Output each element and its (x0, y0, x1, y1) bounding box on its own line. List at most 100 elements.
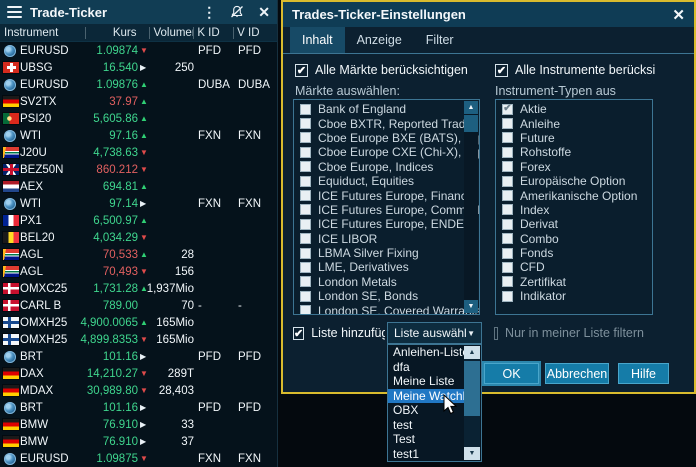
checkbox-unchecked[interactable] (300, 161, 311, 172)
market-item[interactable]: ICE LIBOR (294, 232, 479, 246)
all-instruments-checkbox[interactable]: ✔ Alle Instrumente berücksi (495, 63, 655, 77)
checkbox-unchecked[interactable] (502, 291, 513, 302)
checkbox-unchecked[interactable] (300, 176, 311, 187)
ticker-row[interactable]: SV2TX37.97▲ (0, 93, 277, 110)
instrument-type-item[interactable]: CFD (496, 260, 652, 274)
hamburger-menu-icon[interactable] (7, 6, 22, 18)
checkbox-unchecked[interactable] (502, 248, 513, 259)
market-item[interactable]: Cboe BXTR, Reported Trades (294, 116, 479, 130)
checkbox-unchecked[interactable] (300, 190, 311, 201)
checkbox-unchecked[interactable] (300, 233, 311, 244)
market-item[interactable]: LBMA Silver Fixing (294, 246, 479, 260)
market-item[interactable]: Equiduct, Equities (294, 174, 479, 188)
dropdown-item[interactable]: Anleihen-Liste (388, 345, 465, 360)
checkbox-unchecked[interactable] (502, 219, 513, 230)
column-instrument[interactable]: Instrument (0, 27, 85, 39)
kebab-menu-icon[interactable]: ⋮ (202, 4, 216, 21)
market-item[interactable]: ICE Futures Europe, Commoditie (294, 203, 479, 217)
scroll-down-icon[interactable]: ▼ (464, 300, 478, 313)
ticker-row[interactable]: AGL70,533▲28 (0, 246, 277, 263)
instrument-type-item[interactable]: Fonds (496, 246, 652, 260)
ticker-row[interactable]: WTI97.14▶FXNFXN (0, 195, 277, 212)
checkbox-unchecked[interactable] (300, 104, 311, 115)
ticker-row[interactable]: EURUSD1.09874▼PFDPFD (0, 42, 277, 59)
ticker-row[interactable]: BRT101.16▶PFDPFD (0, 399, 277, 416)
tab-anzeige[interactable]: Anzeige (345, 27, 414, 53)
market-item[interactable]: Bank of England (294, 102, 479, 116)
instrument-type-item[interactable]: Rohstoffe (496, 145, 652, 159)
ticker-row[interactable]: UBSG16.540▶250 (0, 59, 277, 76)
dialog-close-icon[interactable]: ✕ (672, 6, 685, 24)
market-item[interactable]: London SE, Bonds (294, 289, 479, 303)
tab-filter[interactable]: Filter (414, 27, 466, 53)
checkbox-unchecked[interactable] (300, 147, 311, 158)
checkbox-unchecked[interactable] (502, 233, 513, 244)
checkbox-unchecked[interactable] (502, 176, 513, 187)
market-item[interactable]: ICE Futures Europe, Financials (294, 188, 479, 202)
ticker-row[interactable]: BMW76.910▶37 (0, 433, 277, 450)
checkbox-unchecked[interactable] (502, 132, 513, 143)
market-item[interactable]: Cboe Europe CXE (Chi-X), Equi (294, 145, 479, 159)
checkbox-unchecked[interactable] (502, 262, 513, 273)
checkbox-unchecked[interactable] (502, 276, 513, 287)
ticker-row[interactable]: AEX694.81▲ (0, 178, 277, 195)
dropdown-item[interactable]: dfa (388, 360, 465, 375)
ticker-row[interactable]: BEZ50N860.212▼ (0, 161, 277, 178)
checkbox-checked[interactable]: ✔ (495, 64, 508, 77)
ticker-row[interactable]: CARL B789.0070-- (0, 297, 277, 314)
mute-bell-icon[interactable] (230, 5, 244, 19)
dropdown-scrollbar[interactable]: ▲ ▼ (464, 346, 480, 460)
instrument-type-item[interactable]: Europäische Option (496, 174, 652, 188)
instrument-type-item[interactable]: Amerikanische Option (496, 188, 652, 202)
ticker-row[interactable]: BRT101.16▶PFDPFD (0, 348, 277, 365)
ticker-close-icon[interactable]: ✕ (258, 4, 270, 21)
ticker-row[interactable]: J20U4,738.63▼ (0, 144, 277, 161)
checkbox-unchecked[interactable] (300, 118, 311, 129)
ticker-row[interactable]: PX16,500.97▲ (0, 212, 277, 229)
dropdown-item[interactable]: test (388, 418, 465, 433)
ok-button[interactable]: OK (484, 363, 539, 384)
list-select-combobox[interactable]: Liste auswähl ▼ (387, 322, 482, 344)
ticker-row[interactable]: PSI205,605.86▲ (0, 110, 277, 127)
ticker-row[interactable]: BEL204,034.29▼ (0, 229, 277, 246)
ticker-row[interactable]: EURUSD1.09876▲DUBADUBA (0, 76, 277, 93)
instrument-type-item[interactable]: Zertifikat (496, 275, 652, 289)
checkbox-unchecked[interactable] (300, 262, 311, 273)
market-item[interactable]: LME, Derivatives (294, 260, 479, 274)
instrument-type-item[interactable]: ✔Aktie (496, 102, 652, 116)
dropdown-item[interactable]: Meine Liste (388, 374, 465, 389)
column-vid[interactable]: V ID (233, 27, 277, 39)
checkbox-unchecked[interactable] (300, 276, 311, 287)
dropdown-item[interactable]: OBX (388, 403, 465, 418)
ticker-row[interactable]: MDAX30,989.80▼28,403 (0, 382, 277, 399)
instrument-type-item[interactable]: Derivat (496, 217, 652, 231)
checkbox-unchecked[interactable] (502, 204, 513, 215)
scroll-up-icon[interactable]: ▲ (464, 346, 480, 359)
dropdown-item[interactable]: test1 (388, 447, 465, 462)
column-volumen[interactable]: Volumen (149, 27, 193, 39)
dropdown-item[interactable]: Meine Watchlis (388, 389, 465, 404)
checkbox-unchecked[interactable] (300, 305, 311, 315)
all-markets-checkbox[interactable]: ✔ Alle Märkte berücksichtigen (295, 63, 468, 77)
market-item[interactable]: Cboe Europe, Indices (294, 160, 479, 174)
checkbox-unchecked[interactable] (502, 147, 513, 158)
checkbox-checked[interactable]: ✔ (295, 64, 308, 77)
ticker-row[interactable]: AGL70,493▼156 (0, 263, 277, 280)
scrollbar-thumb[interactable] (464, 361, 480, 416)
cancel-button[interactable]: Abbrechen (545, 363, 609, 384)
instrument-type-item[interactable]: Forex (496, 160, 652, 174)
checkbox-unchecked[interactable] (494, 327, 498, 340)
ticker-row[interactable]: BMW76.910▶33 (0, 416, 277, 433)
instrument-type-item[interactable]: Anleihe (496, 116, 652, 130)
help-button[interactable]: Hilfe (618, 363, 669, 384)
checkbox-unchecked[interactable] (300, 204, 311, 215)
checkbox-unchecked[interactable] (300, 291, 311, 302)
checkbox-checked[interactable]: ✔ (293, 327, 304, 340)
ticker-row[interactable]: OMXH254,899.8353▼165Mio (0, 331, 277, 348)
checkbox-unchecked[interactable] (502, 190, 513, 201)
instrument-type-item[interactable]: Future (496, 131, 652, 145)
instrument-type-item[interactable]: Index (496, 203, 652, 217)
checkbox-unchecked[interactable] (502, 161, 513, 172)
ticker-row[interactable]: EURUSD1.09875▼FXNFXN (0, 450, 277, 467)
scroll-up-icon[interactable]: ▲ (464, 101, 478, 114)
